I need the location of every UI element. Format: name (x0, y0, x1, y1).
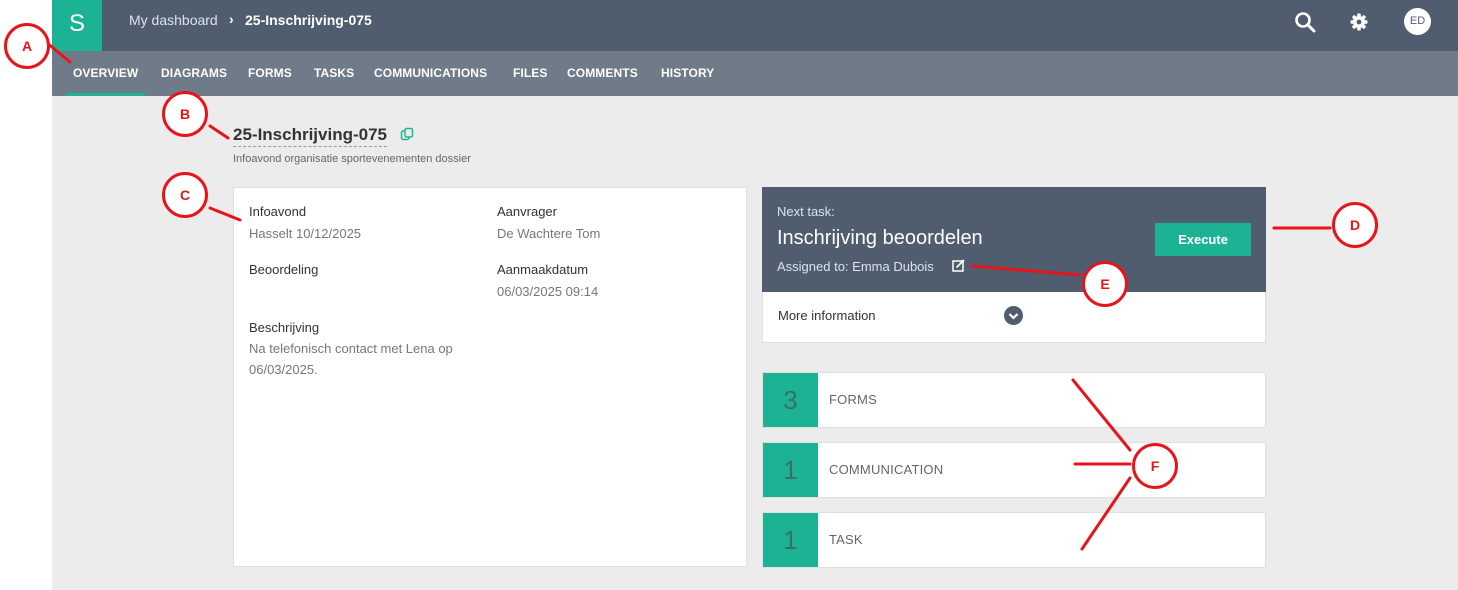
infoavond-value: Hasselt 10/12/2025 (249, 226, 362, 241)
beoordeling-label: Beoordeling (249, 262, 319, 277)
aanmaakdatum-value: 06/03/2025 09:14 (497, 284, 599, 299)
annotation-c: C (162, 172, 208, 218)
annotation-f: F (1132, 443, 1178, 489)
infoavond-label: Infoavond (249, 204, 307, 219)
tab-bar: OVERVIEW DIAGRAMS FORMS TASKS COMMUNICAT… (52, 51, 1458, 96)
annotation-b: B (162, 91, 208, 137)
next-task-prefix: Next task: (777, 204, 835, 219)
forms-counter[interactable]: 3 FORMS (762, 372, 1266, 428)
breadcrumb-dashboard-link[interactable]: My dashboard (129, 12, 218, 28)
task-counter-label: TASK (829, 532, 863, 547)
beschrijving-value-line-2: 06/03/2025. (249, 362, 318, 377)
execute-button[interactable]: Execute (1155, 223, 1251, 256)
tab-communications[interactable]: COMMUNICATIONS (374, 66, 487, 80)
forms-count: 3 (763, 373, 818, 427)
tab-overview[interactable]: OVERVIEW (73, 66, 138, 80)
tab-tasks[interactable]: TASKS (314, 66, 354, 80)
communication-counter[interactable]: 1 COMMUNICATION (762, 442, 1266, 498)
case-subtitle: Infoavond organisatie sportevenementen d… (233, 153, 471, 165)
edit-icon[interactable] (952, 259, 965, 272)
aanmaakdatum-label: Aanmaakdatum (497, 262, 589, 277)
forms-counter-label: FORMS (829, 392, 877, 407)
task-counter[interactable]: 1 TASK (762, 512, 1266, 568)
case-title[interactable]: 25-Inschrijving-075 (233, 125, 388, 147)
tab-forms[interactable]: FORMS (248, 66, 292, 80)
aanvrager-label: Aanvrager (497, 204, 557, 219)
more-information-toggle[interactable]: More information (762, 292, 1266, 343)
communication-counter-label: COMMUNICATION (829, 462, 944, 477)
copy-icon[interactable] (400, 127, 414, 141)
next-task-name: Inschrijving beoordelen (777, 227, 983, 249)
breadcrumb-current: 25-Inschrijving-075 (245, 12, 372, 28)
gear-icon[interactable] (1347, 10, 1371, 34)
communication-count: 1 (763, 443, 818, 497)
tab-diagrams[interactable]: DIAGRAMS (161, 66, 227, 80)
annotation-a: A (4, 23, 50, 69)
annotation-d: D (1332, 202, 1378, 248)
aanvrager-value: De Wachtere Tom (497, 226, 601, 241)
tab-comments[interactable]: COMMENTS (567, 66, 638, 80)
user-avatar[interactable]: ED (1404, 8, 1431, 35)
more-information-label: More information (778, 308, 876, 323)
active-tab-indicator (66, 93, 145, 96)
tab-history[interactable]: HISTORY (661, 66, 714, 80)
annotation-e: E (1082, 261, 1128, 307)
app-window: S My dashboard › 25-Inschrijving-075 ED … (52, 0, 1458, 590)
task-count: 1 (763, 513, 818, 567)
next-task-card: Next task: Inschrijving beoordelen Assig… (762, 187, 1266, 292)
search-icon[interactable] (1293, 10, 1317, 34)
task-assignee: Assigned to: Emma Dubois (777, 259, 934, 274)
case-details-card: Infoavond Hasselt 10/12/2025 Aanvrager D… (233, 187, 747, 567)
app-logo[interactable]: S (52, 0, 102, 51)
beschrijving-value-line-1: Na telefonisch contact met Lena op (249, 341, 453, 356)
breadcrumb-separator: › (229, 11, 234, 27)
beschrijving-label: Beschrijving (249, 320, 320, 335)
top-bar: S My dashboard › 25-Inschrijving-075 ED (52, 0, 1458, 51)
chevron-down-icon[interactable] (1004, 306, 1023, 325)
tab-files[interactable]: FILES (513, 66, 548, 80)
